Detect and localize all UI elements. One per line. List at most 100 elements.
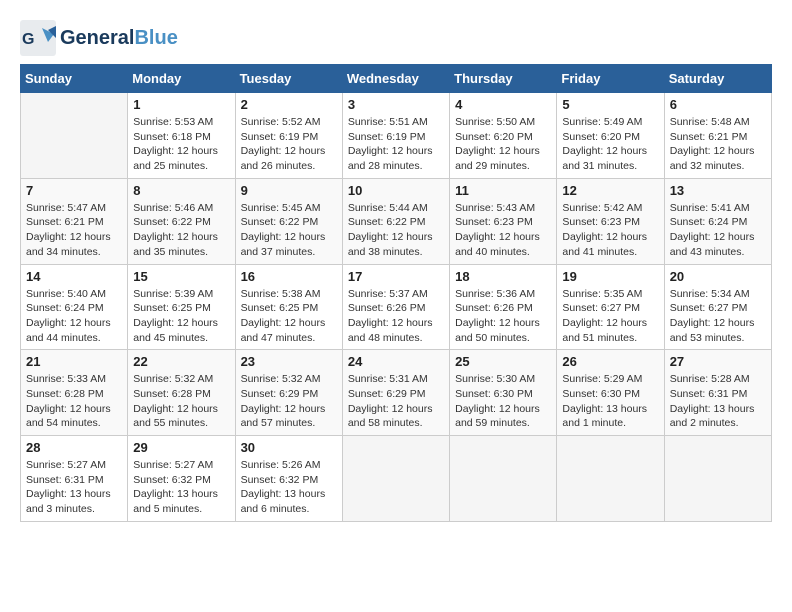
day-info: Sunrise: 5:29 AMSunset: 6:30 PMDaylight:…: [562, 372, 658, 431]
day-number: 9: [241, 183, 337, 198]
calendar-cell: 7Sunrise: 5:47 AMSunset: 6:21 PMDaylight…: [21, 178, 128, 264]
calendar-cell: 4 Sunrise: 5:50 AMSunset: 6:20 PMDaylight…: [450, 93, 557, 179]
day-number: 19: [562, 269, 658, 284]
day-info: Sunrise: 5:38 AMSunset: 6:25 PMDaylight:…: [241, 287, 337, 346]
day-info: Sunrise: 5:40 AMSunset: 6:24 PMDaylight:…: [26, 287, 122, 346]
calendar-cell: [557, 436, 664, 522]
calendar-cell: 26 Sunrise: 5:29 AMSunset: 6:30 PMDayligh…: [557, 350, 664, 436]
day-number: 21: [26, 354, 122, 369]
day-info: Sunrise: 5:52 AMSunset: 6:19 PMDaylight:…: [241, 115, 337, 174]
calendar-week-4: 21 Sunrise: 5:33 AMSunset: 6:28 PMDayligh…: [21, 350, 772, 436]
day-info: Sunrise: 5:35 AMSunset: 6:27 PMDaylight:…: [562, 287, 658, 346]
weekday-header-friday: Friday: [557, 65, 664, 93]
day-info: Sunrise: 5:42 AMSunset: 6:23 PMDaylight:…: [562, 201, 658, 260]
weekday-header-row: SundayMondayTuesdayWednesdayThursdayFrid…: [21, 65, 772, 93]
day-number: 12: [562, 183, 658, 198]
day-info: Sunrise: 5:49 AMSunset: 6:20 PMDaylight:…: [562, 115, 658, 174]
logo: G GeneralBlue: [20, 20, 178, 56]
day-number: 10: [348, 183, 444, 198]
day-number: 24: [348, 354, 444, 369]
calendar-cell: 24 Sunrise: 5:31 AMSunset: 6:29 PMDayligh…: [342, 350, 449, 436]
day-number: 8: [133, 183, 229, 198]
day-number: 14: [26, 269, 122, 284]
weekday-header-tuesday: Tuesday: [235, 65, 342, 93]
calendar-cell: 1 Sunrise: 5:53 AMSunset: 6:18 PMDaylight…: [128, 93, 235, 179]
day-number: 30: [241, 440, 337, 455]
calendar-cell: 15 Sunrise: 5:39 AMSunset: 6:25 PMDayligh…: [128, 264, 235, 350]
day-info: Sunrise: 5:45 AMSunset: 6:22 PMDaylight:…: [241, 201, 337, 260]
calendar-week-2: 7Sunrise: 5:47 AMSunset: 6:21 PMDaylight…: [21, 178, 772, 264]
day-number: 17: [348, 269, 444, 284]
day-number: 3: [348, 97, 444, 112]
calendar-cell: 30 Sunrise: 5:26 AMSunset: 6:32 PMDayligh…: [235, 436, 342, 522]
day-info: Sunrise: 5:47 AMSunset: 6:21 PMDaylight:…: [26, 201, 122, 260]
day-number: 28: [26, 440, 122, 455]
day-info: Sunrise: 5:46 AMSunset: 6:22 PMDaylight:…: [133, 201, 229, 260]
day-info: Sunrise: 5:50 AMSunset: 6:20 PMDaylight:…: [455, 115, 551, 174]
day-info: Sunrise: 5:27 AMSunset: 6:32 PMDaylight:…: [133, 458, 229, 517]
calendar-cell: 6 Sunrise: 5:48 AMSunset: 6:21 PMDaylight…: [664, 93, 771, 179]
day-number: 18: [455, 269, 551, 284]
calendar-cell: [21, 93, 128, 179]
calendar-cell: 13 Sunrise: 5:41 AMSunset: 6:24 PMDayligh…: [664, 178, 771, 264]
day-number: 26: [562, 354, 658, 369]
day-info: Sunrise: 5:27 AMSunset: 6:31 PMDaylight:…: [26, 458, 122, 517]
svg-text:G: G: [22, 31, 34, 48]
calendar-cell: 18 Sunrise: 5:36 AMSunset: 6:26 PMDayligh…: [450, 264, 557, 350]
page-header: G GeneralBlue: [20, 20, 772, 56]
day-number: 6: [670, 97, 766, 112]
calendar-cell: 5 Sunrise: 5:49 AMSunset: 6:20 PMDaylight…: [557, 93, 664, 179]
calendar-cell: [342, 436, 449, 522]
calendar-cell: 22Sunrise: 5:32 AMSunset: 6:28 PMDayligh…: [128, 350, 235, 436]
day-number: 25: [455, 354, 551, 369]
calendar-cell: 12 Sunrise: 5:42 AMSunset: 6:23 PMDayligh…: [557, 178, 664, 264]
day-info: Sunrise: 5:32 AMSunset: 6:29 PMDaylight:…: [241, 372, 337, 431]
calendar-cell: 28 Sunrise: 5:27 AMSunset: 6:31 PMDayligh…: [21, 436, 128, 522]
day-info: Sunrise: 5:31 AMSunset: 6:29 PMDaylight:…: [348, 372, 444, 431]
day-number: 5: [562, 97, 658, 112]
calendar-cell: 21 Sunrise: 5:33 AMSunset: 6:28 PMDayligh…: [21, 350, 128, 436]
calendar-week-3: 14 Sunrise: 5:40 AMSunset: 6:24 PMDayligh…: [21, 264, 772, 350]
logo-icon: G: [20, 20, 56, 56]
logo-text: GeneralBlue: [60, 27, 178, 49]
day-info: Sunrise: 5:26 AMSunset: 6:32 PMDaylight:…: [241, 458, 337, 517]
day-info: Sunrise: 5:34 AMSunset: 6:27 PMDaylight:…: [670, 287, 766, 346]
calendar-cell: 11 Sunrise: 5:43 AMSunset: 6:23 PMDayligh…: [450, 178, 557, 264]
day-info: Sunrise: 5:32 AMSunset: 6:28 PMDaylight:…: [133, 372, 229, 431]
calendar-cell: 23Sunrise: 5:32 AMSunset: 6:29 PMDayligh…: [235, 350, 342, 436]
day-number: 11: [455, 183, 551, 198]
calendar-cell: 9 Sunrise: 5:45 AMSunset: 6:22 PMDaylight…: [235, 178, 342, 264]
weekday-header-thursday: Thursday: [450, 65, 557, 93]
day-info: Sunrise: 5:53 AMSunset: 6:18 PMDaylight:…: [133, 115, 229, 174]
calendar-table: SundayMondayTuesdayWednesdayThursdayFrid…: [20, 64, 772, 522]
day-info: Sunrise: 5:33 AMSunset: 6:28 PMDaylight:…: [26, 372, 122, 431]
calendar-cell: [450, 436, 557, 522]
calendar-week-5: 28 Sunrise: 5:27 AMSunset: 6:31 PMDayligh…: [21, 436, 772, 522]
day-info: Sunrise: 5:41 AMSunset: 6:24 PMDaylight:…: [670, 201, 766, 260]
day-info: Sunrise: 5:36 AMSunset: 6:26 PMDaylight:…: [455, 287, 551, 346]
day-number: 1: [133, 97, 229, 112]
calendar-cell: 17Sunrise: 5:37 AMSunset: 6:26 PMDayligh…: [342, 264, 449, 350]
day-info: Sunrise: 5:30 AMSunset: 6:30 PMDaylight:…: [455, 372, 551, 431]
calendar-cell: 19 Sunrise: 5:35 AMSunset: 6:27 PMDayligh…: [557, 264, 664, 350]
day-info: Sunrise: 5:48 AMSunset: 6:21 PMDaylight:…: [670, 115, 766, 174]
day-number: 13: [670, 183, 766, 198]
day-info: Sunrise: 5:51 AMSunset: 6:19 PMDaylight:…: [348, 115, 444, 174]
day-info: Sunrise: 5:39 AMSunset: 6:25 PMDaylight:…: [133, 287, 229, 346]
calendar-cell: 14 Sunrise: 5:40 AMSunset: 6:24 PMDayligh…: [21, 264, 128, 350]
weekday-header-monday: Monday: [128, 65, 235, 93]
day-number: 20: [670, 269, 766, 284]
calendar-cell: 16 Sunrise: 5:38 AMSunset: 6:25 PMDayligh…: [235, 264, 342, 350]
day-info: Sunrise: 5:43 AMSunset: 6:23 PMDaylight:…: [455, 201, 551, 260]
calendar-cell: [664, 436, 771, 522]
day-number: 16: [241, 269, 337, 284]
day-number: 27: [670, 354, 766, 369]
calendar-cell: 10Sunrise: 5:44 AMSunset: 6:22 PMDayligh…: [342, 178, 449, 264]
day-number: 2: [241, 97, 337, 112]
day-number: 4: [455, 97, 551, 112]
day-info: Sunrise: 5:28 AMSunset: 6:31 PMDaylight:…: [670, 372, 766, 431]
calendar-cell: 27 Sunrise: 5:28 AMSunset: 6:31 PMDayligh…: [664, 350, 771, 436]
day-number: 15: [133, 269, 229, 284]
calendar-week-1: 1 Sunrise: 5:53 AMSunset: 6:18 PMDaylight…: [21, 93, 772, 179]
calendar-cell: 3 Sunrise: 5:51 AMSunset: 6:19 PMDaylight…: [342, 93, 449, 179]
